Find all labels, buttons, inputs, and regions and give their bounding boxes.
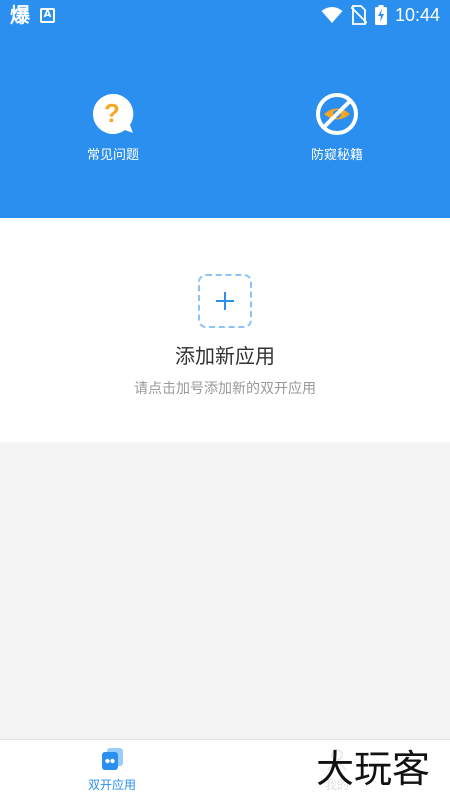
no-peek-eye-icon bbox=[315, 92, 359, 136]
notification-app-icon: 爆 bbox=[10, 3, 30, 27]
header-panel: ? 常见问题 防窥秘籍 bbox=[0, 30, 450, 218]
privacy-guide-label: 防窥秘籍 bbox=[310, 148, 363, 163]
wifi-icon bbox=[321, 7, 343, 23]
privacy-guide-shortcut[interactable]: 防窥秘籍 bbox=[277, 92, 397, 164]
watermark-text: 大玩客 bbox=[316, 747, 430, 791]
dual-apps-icon bbox=[102, 748, 123, 770]
no-sim-icon bbox=[350, 5, 367, 25]
battery-charging-icon bbox=[374, 5, 387, 25]
question-bubble-icon: ? bbox=[91, 92, 135, 136]
tab-dual-apps-label: 双开应用 bbox=[87, 778, 136, 792]
watermark-logo: 大玩客 bbox=[300, 742, 446, 794]
faq-label: 常见问题 bbox=[86, 148, 139, 163]
add-app-panel: 添加新应用 请点击加号添加新的双开应用 bbox=[0, 218, 450, 442]
add-app-title: 添加新应用 bbox=[175, 344, 275, 368]
add-app-button[interactable] bbox=[198, 274, 252, 328]
status-bar: 爆 A 10:44 bbox=[0, 0, 450, 30]
plus-icon bbox=[216, 292, 234, 310]
faq-shortcut[interactable]: ? 常见问题 bbox=[53, 92, 173, 164]
svg-text:?: ? bbox=[104, 98, 120, 128]
tab-dual-apps[interactable]: 双开应用 bbox=[52, 746, 172, 792]
add-app-hint: 请点击加号添加新的双开应用 bbox=[134, 381, 316, 397]
status-time: 10:44 bbox=[394, 5, 440, 25]
app-notification-icon: A bbox=[40, 7, 55, 23]
